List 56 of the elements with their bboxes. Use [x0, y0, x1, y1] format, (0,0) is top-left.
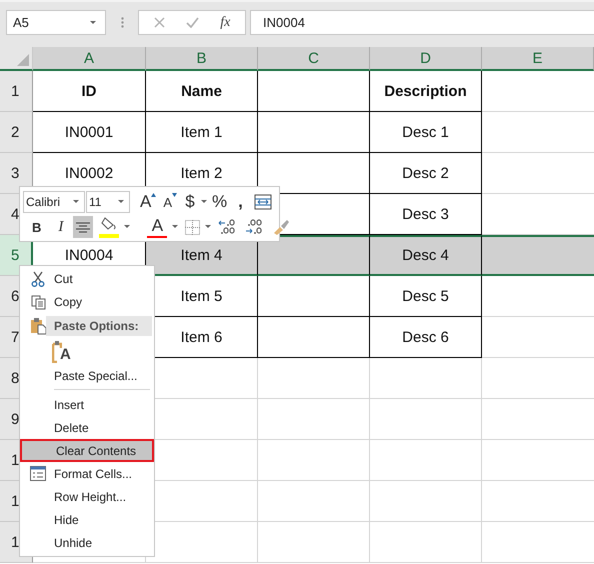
currency-button[interactable]: $ — [181, 191, 200, 213]
name-box[interactable]: A5 — [6, 10, 106, 35]
paste-button[interactable]: A — [52, 338, 71, 363]
select-all-icon — [17, 54, 29, 66]
up-arrow-icon — [151, 193, 156, 197]
column-header[interactable]: B — [146, 47, 258, 71]
menu-section-header: Paste Options: — [46, 316, 152, 336]
wrap-text-icon — [254, 194, 272, 210]
decrease-decimal-icon — [245, 219, 264, 235]
down-arrow-icon — [172, 193, 178, 197]
insert-function-button[interactable]: fx — [220, 14, 230, 30]
italic-button[interactable]: I — [51, 216, 70, 238]
scissors-icon — [31, 271, 45, 288]
grip-icon — [121, 17, 124, 28]
table-cell: IN0001 — [33, 112, 146, 153]
caret-icon — [90, 20, 97, 24]
cancel-icon — [154, 17, 165, 28]
column-header[interactable]: E — [482, 47, 594, 71]
table-cell: Desc 5 — [370, 276, 482, 317]
increase-decimal-icon — [218, 219, 236, 235]
align-center-icon — [76, 222, 90, 232]
percent-button[interactable]: % — [209, 191, 230, 213]
table-cell: Desc 1 — [370, 112, 482, 153]
check-icon — [186, 17, 199, 28]
table-cell: Name — [146, 71, 258, 112]
font-color-button[interactable]: A — [144, 216, 170, 238]
format-cells-icon — [30, 466, 46, 482]
table-cell: Desc 4 — [370, 235, 482, 276]
comma-style-button[interactable]: , — [231, 191, 250, 213]
row-header[interactable]: 3 — [0, 153, 33, 194]
column-header[interactable]: A — [33, 47, 146, 71]
caret-icon — [73, 200, 80, 204]
size-dropdown[interactable]: 11 — [86, 191, 130, 213]
table-cell: ID — [33, 71, 146, 112]
font-size: 11 — [89, 195, 102, 209]
table-cell: Description — [370, 71, 482, 112]
caret-icon — [118, 200, 125, 204]
copy-icon — [30, 294, 46, 310]
clipboard-icon — [52, 340, 62, 363]
font-dropdown[interactable]: Calibri — [23, 191, 85, 213]
column-header[interactable]: D — [370, 47, 482, 71]
row-header[interactable]: 1 — [0, 71, 33, 112]
paintbrush-icon — [272, 219, 290, 235]
table-cell: Item 1 — [146, 112, 258, 153]
menu-item[interactable]: Clear Contents — [20, 439, 154, 462]
table-cell: Desc 6 — [370, 317, 482, 358]
formula-input[interactable]: IN0004 — [250, 10, 594, 35]
grow-font-button[interactable]: A — [137, 191, 160, 213]
table-cell: Desc 2 — [370, 153, 482, 194]
cell-reference: A5 — [13, 15, 29, 30]
borders-icon — [185, 220, 200, 234]
shrink-font-button[interactable]: A — [160, 191, 180, 213]
align-center-button[interactable] — [73, 216, 94, 238]
column-header[interactable]: C — [258, 47, 370, 71]
row-header[interactable]: 2 — [0, 112, 33, 153]
clipboard-icon — [30, 316, 46, 335]
